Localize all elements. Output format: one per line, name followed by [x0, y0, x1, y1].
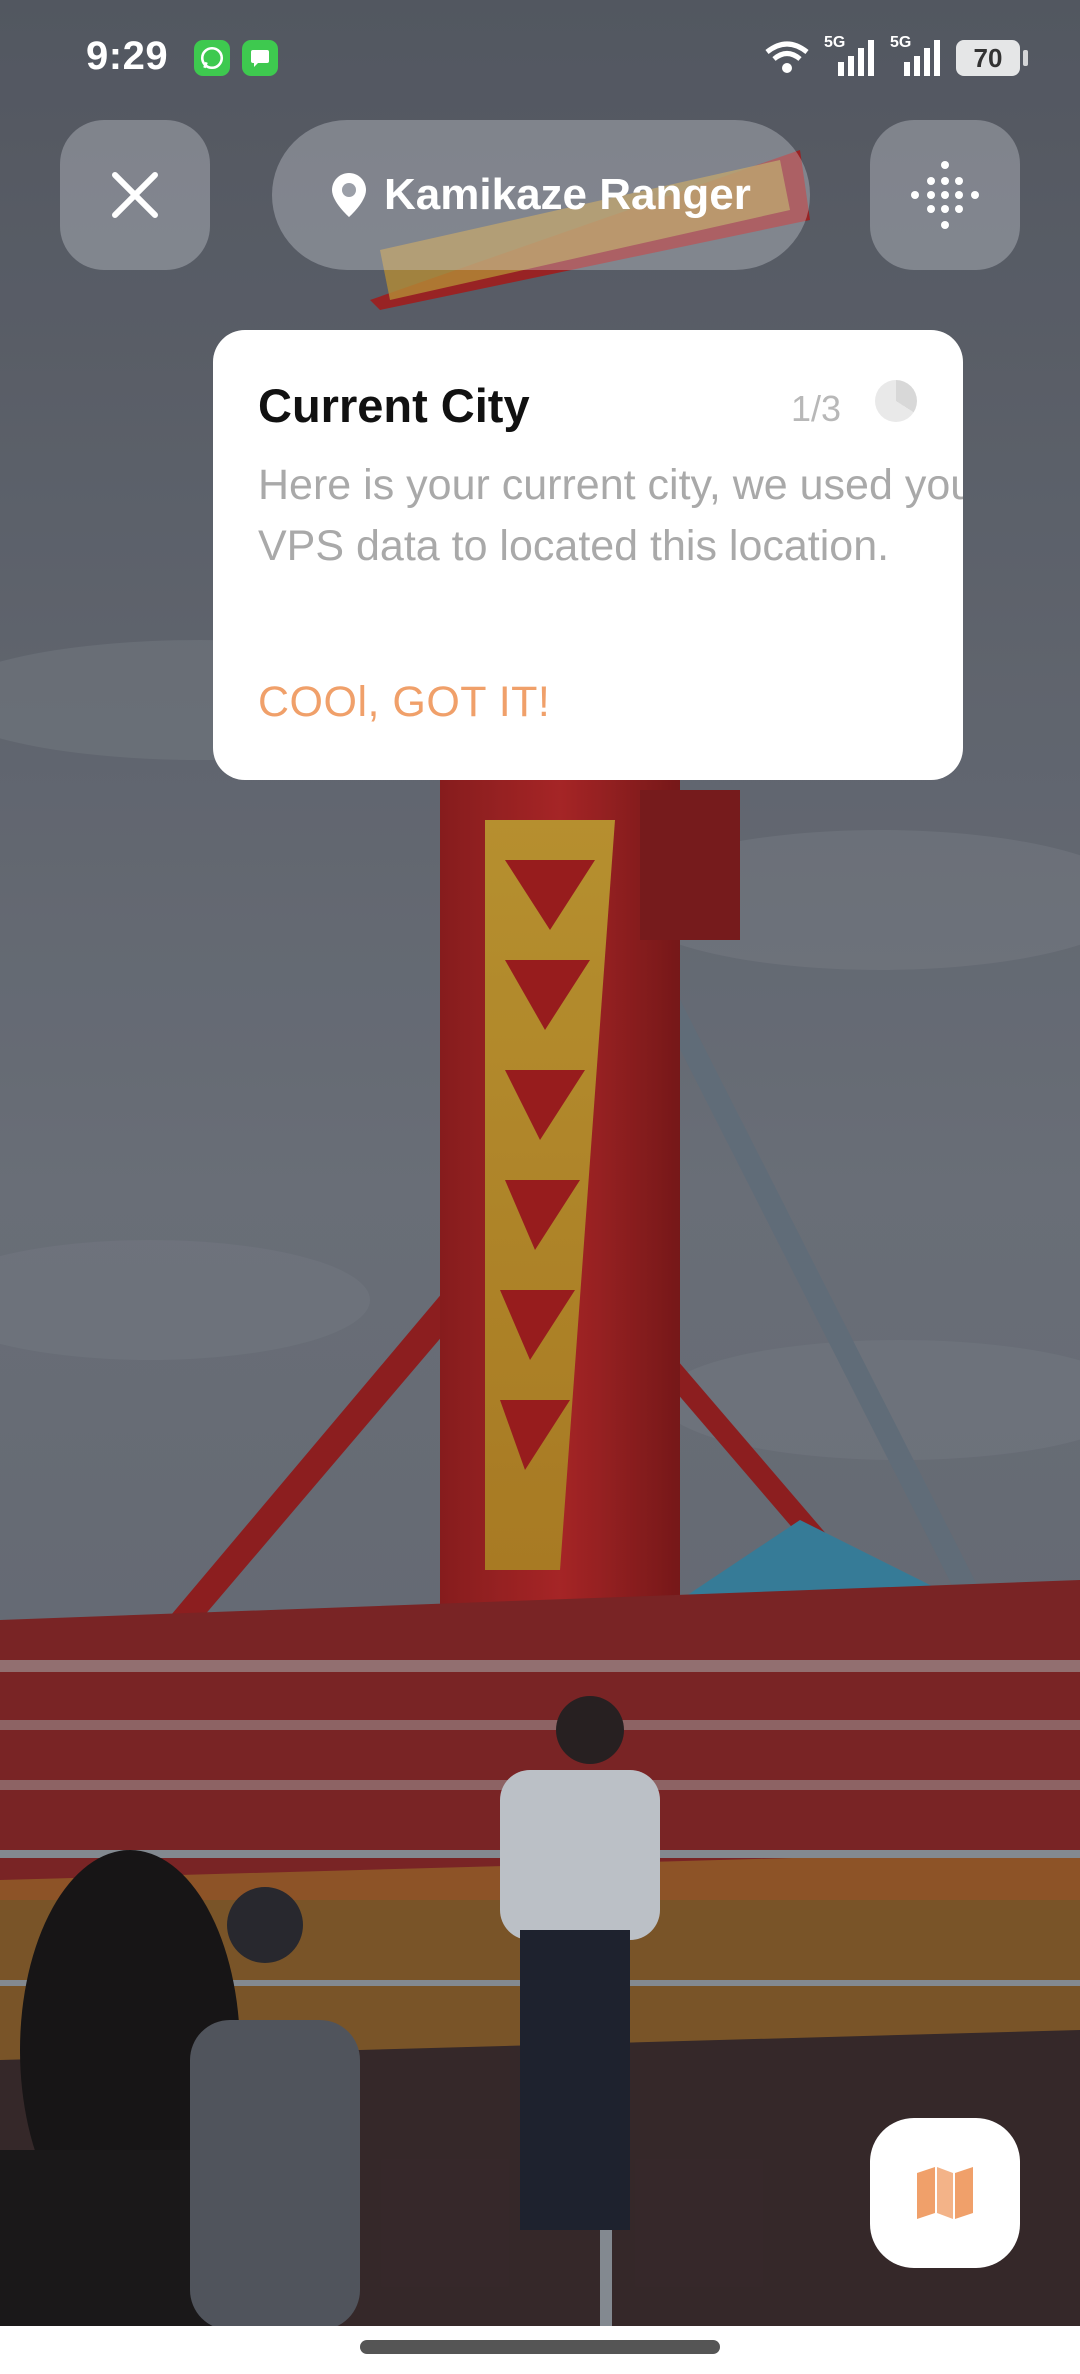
onboarding-tooltip: Current City 1/3 Here is your current ci…: [213, 330, 963, 780]
wifi-icon: [765, 41, 809, 73]
location-name: Kamikaze Ranger: [384, 170, 751, 219]
dots-grid-icon: [911, 161, 979, 229]
home-indicator[interactable]: [360, 2340, 720, 2354]
tooltip-step-counter: 1/3: [791, 388, 842, 429]
close-button[interactable]: [60, 120, 210, 270]
tooltip-body: Here is your current city, we used your …: [258, 461, 963, 570]
location-pill[interactable]: Kamikaze Ranger: [272, 120, 810, 270]
map-button[interactable]: [870, 2118, 1020, 2268]
progress-pie-icon: [875, 380, 917, 422]
menu-button[interactable]: [870, 120, 1020, 270]
close-icon: [112, 172, 158, 218]
battery-indicator: 70: [956, 40, 1028, 76]
whatsapp-icon: [194, 40, 230, 76]
map-icon: [917, 2167, 973, 2219]
location-pin-icon: [332, 173, 366, 217]
system-indicators: 5G 5G 70: [764, 34, 1028, 78]
status-bar: 9:29 5G 5G 70: [0, 0, 1080, 120]
got-it-button[interactable]: COOl, GOT IT!: [258, 678, 550, 727]
signal-5g-2: 5G: [890, 34, 942, 78]
tooltip-title: Current City: [258, 379, 530, 432]
signal-bars-icon: [904, 40, 940, 76]
navigation-bar: [0, 2326, 1080, 2374]
status-time: 9:29: [86, 34, 169, 78]
signal-bars-icon: [838, 40, 874, 76]
messages-icon: [242, 40, 278, 76]
signal-5g-1: 5G: [824, 34, 876, 78]
